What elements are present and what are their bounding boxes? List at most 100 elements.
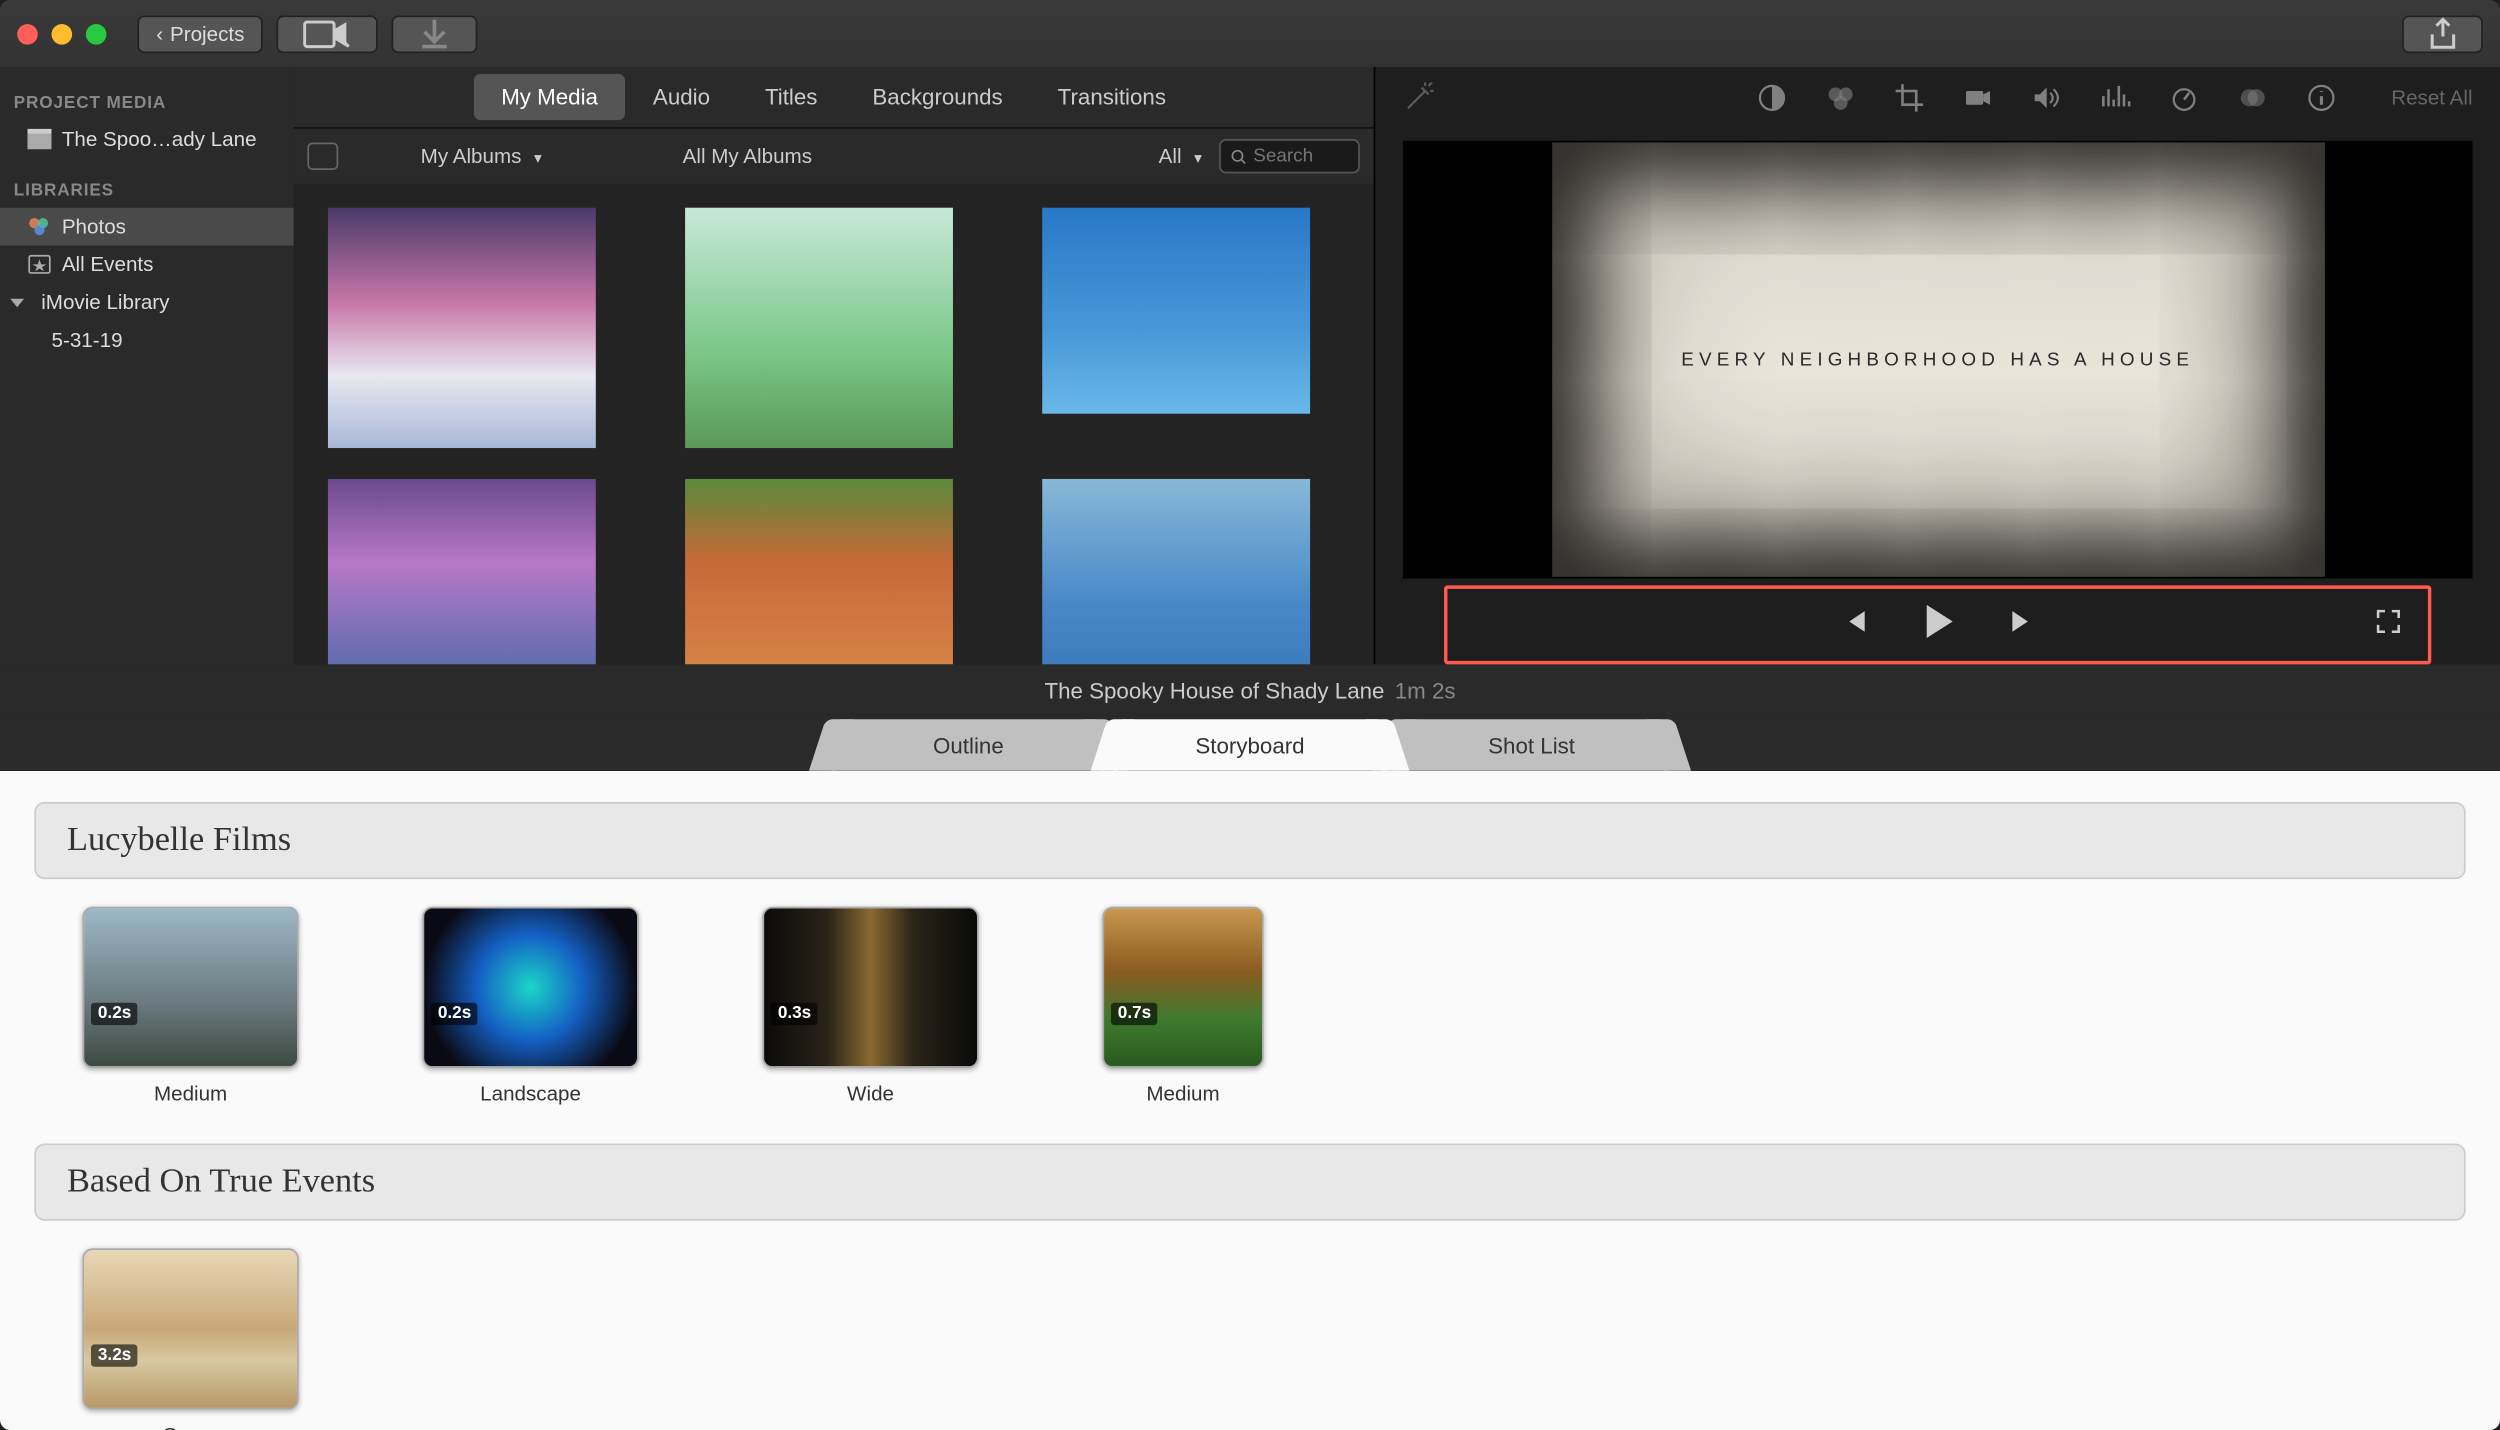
search-input[interactable] xyxy=(1253,146,1348,167)
clip-thumbnail[interactable]: 0.2s xyxy=(82,906,298,1067)
window-controls xyxy=(17,23,106,44)
speed-icon[interactable] xyxy=(2168,82,2199,113)
media-thumbnail[interactable] xyxy=(685,208,953,448)
project-name-label: The Spoo…ady Lane xyxy=(62,127,257,151)
media-tabs: My Media Audio Titles Backgrounds Transi… xyxy=(294,67,1374,127)
download-icon xyxy=(417,16,451,50)
close-window-button[interactable] xyxy=(17,23,38,44)
clip-label: Wide xyxy=(847,1082,894,1106)
clip-label: Medium xyxy=(154,1082,227,1106)
clip-thumbnail[interactable]: 3.2s xyxy=(82,1248,298,1409)
tab-shot-list[interactable]: Shot List xyxy=(1394,719,1669,771)
tab-transitions[interactable]: Transitions xyxy=(1030,74,1193,120)
sidebar-item-label: Photos xyxy=(62,215,126,239)
toggle-sidebar-button[interactable] xyxy=(307,142,338,169)
stabilization-icon[interactable] xyxy=(1962,82,1993,113)
media-thumbnail[interactable] xyxy=(328,208,596,448)
tab-storyboard[interactable]: Storyboard xyxy=(1113,719,1388,771)
info-icon[interactable] xyxy=(2305,82,2336,113)
sidebar-item-label: All Events xyxy=(62,252,154,276)
storyboard-section-header[interactable]: Based On True Events xyxy=(34,1143,2465,1220)
viewer-toolbar: Reset All xyxy=(1375,67,2500,127)
photos-icon xyxy=(27,216,51,237)
project-title-bar: The Spooky House of Shady Lane 1m 2s xyxy=(0,664,2500,716)
clip-thumbnail[interactable]: 0.3s xyxy=(762,906,978,1067)
previous-button[interactable] xyxy=(1840,607,1867,643)
video-preview[interactable]: EVERY NEIGHBORHOOD HAS A HOUSE xyxy=(1403,141,2473,579)
clip-label: Medium xyxy=(1146,1082,1219,1106)
storyboard-area: Lucybelle Films 0.2sMedium0.2sLandscape0… xyxy=(0,771,2500,1430)
disclosure-triangle-icon[interactable] xyxy=(10,298,24,307)
minimize-window-button[interactable] xyxy=(52,23,73,44)
preview-frame: EVERY NEIGHBORHOOD HAS A HOUSE xyxy=(1551,142,2324,576)
project-duration: 1m 2s xyxy=(1395,677,1456,703)
clip-row: 3.2s Group xyxy=(34,1248,2465,1430)
fullscreen-button[interactable] xyxy=(2376,609,2400,642)
playback-controls xyxy=(1444,585,2431,664)
tab-backgrounds[interactable]: Backgrounds xyxy=(845,74,1030,120)
clip-thumbnail[interactable]: 0.7s xyxy=(1102,906,1263,1067)
share-button[interactable] xyxy=(2401,15,2483,53)
storyboard-clip[interactable]: 0.2s Landscape xyxy=(422,906,638,1105)
download-button[interactable] xyxy=(391,15,477,53)
tab-outline[interactable]: Outline xyxy=(831,719,1106,771)
sidebar-item-event-date[interactable]: 5-31-19 xyxy=(0,321,294,359)
clapperboard-icon xyxy=(27,129,51,150)
album-selector[interactable]: My Albums ▾ xyxy=(407,144,566,168)
sidebar-project-item[interactable]: The Spoo…ady Lane xyxy=(0,120,294,158)
clip-label: Landscape xyxy=(480,1082,581,1106)
libraries-header: LIBRARIES xyxy=(0,172,294,208)
sidebar-item-imovie-library[interactable]: iMovie Library xyxy=(0,283,294,321)
chevron-left-icon: ‹ xyxy=(156,21,163,45)
color-correction-icon[interactable] xyxy=(1825,82,1856,113)
storyboard-tabs: Outline Storyboard Shot List xyxy=(0,716,2500,771)
breadcrumb[interactable]: All My Albums xyxy=(669,144,836,168)
updown-icon: ▾ xyxy=(1194,149,1202,166)
reset-all-button[interactable]: Reset All xyxy=(2391,85,2472,109)
storyboard-section-header[interactable]: Lucybelle Films xyxy=(34,802,2465,879)
play-button[interactable] xyxy=(1919,602,1957,648)
storyboard-clip[interactable]: 0.7s Medium xyxy=(1102,906,1263,1105)
maximize-window-button[interactable] xyxy=(86,23,107,44)
titlebar: ‹ Projects xyxy=(0,0,2500,67)
import-icon xyxy=(303,16,352,50)
next-button[interactable] xyxy=(2008,607,2035,643)
media-thumbnail[interactable] xyxy=(685,479,953,664)
sidebar-item-all-events[interactable]: All Events xyxy=(0,245,294,283)
clip-duration-badge: 0.2s xyxy=(431,1003,478,1025)
updown-icon: ▾ xyxy=(534,149,542,166)
star-icon xyxy=(27,254,51,275)
tab-my-media[interactable]: My Media xyxy=(474,74,626,120)
browser-toolbar: My Albums ▾ All My Albums All ▾ xyxy=(294,127,1374,184)
crop-icon[interactable] xyxy=(1893,82,1924,113)
import-media-button[interactable] xyxy=(277,15,378,53)
clip-duration-badge: 0.7s xyxy=(1111,1003,1158,1025)
clip-label: Group xyxy=(162,1423,219,1430)
noise-reduction-icon[interactable] xyxy=(2099,82,2130,113)
sidebar-item-photos[interactable]: Photos xyxy=(0,208,294,246)
search-field[interactable] xyxy=(1219,139,1360,173)
search-icon xyxy=(1231,147,1246,166)
storyboard-clip[interactable]: 0.3s Wide xyxy=(762,906,978,1105)
storyboard-clip[interactable]: 3.2s Group xyxy=(82,1248,298,1430)
media-thumbnail[interactable] xyxy=(1042,208,1310,414)
clip-filter-icon[interactable] xyxy=(2237,82,2268,113)
media-thumbnail[interactable] xyxy=(328,479,596,664)
color-balance-icon[interactable] xyxy=(1756,82,1787,113)
project-title: The Spooky House of Shady Lane xyxy=(1044,677,1384,703)
volume-icon[interactable] xyxy=(2031,82,2062,113)
media-thumbnail[interactable] xyxy=(1042,479,1310,664)
sidebar-item-label: 5-31-19 xyxy=(52,328,123,352)
storyboard-clip[interactable]: 0.2s Medium xyxy=(82,906,298,1105)
filter-selector[interactable]: All ▾ xyxy=(1159,144,1202,168)
project-media-header: PROJECT MEDIA xyxy=(0,84,294,120)
tab-titles[interactable]: Titles xyxy=(737,74,844,120)
share-icon xyxy=(2427,16,2457,50)
viewer-pane: Reset All EVERY NEIGHBORHOOD HAS A HOUSE xyxy=(1375,67,2500,664)
tab-audio[interactable]: Audio xyxy=(625,74,737,120)
clip-thumbnail[interactable]: 0.2s xyxy=(422,906,638,1067)
sidebar: PROJECT MEDIA The Spoo…ady Lane LIBRARIE… xyxy=(0,67,294,664)
clip-duration-badge: 3.2s xyxy=(91,1344,138,1366)
projects-back-button[interactable]: ‹ Projects xyxy=(137,15,263,53)
magic-wand-icon[interactable] xyxy=(1403,82,1434,113)
